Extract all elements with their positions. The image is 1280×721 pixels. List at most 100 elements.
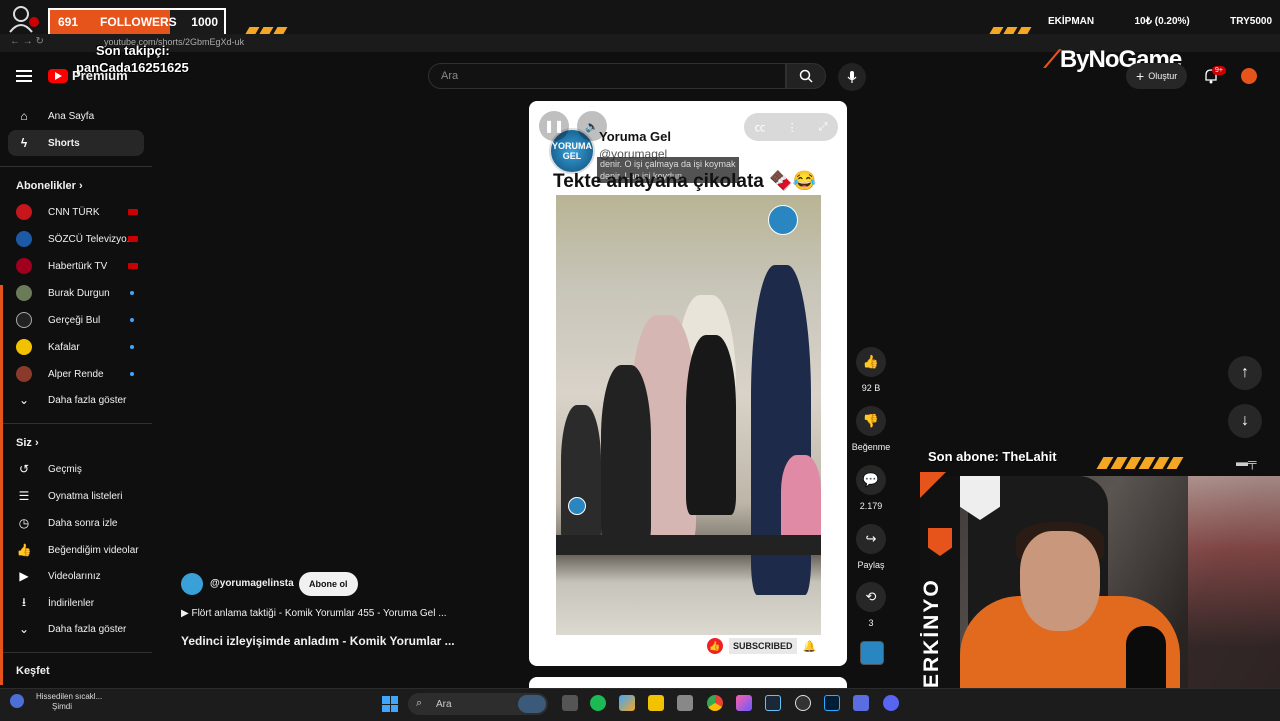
short-channel-name[interactable]: Yoruma Gel	[599, 129, 671, 144]
sidebar-sub-sozcu[interactable]: SÖZCÜ Televizyo...	[8, 226, 144, 252]
sidebar-item-label: Burak Durgun	[48, 287, 110, 299]
comments-action[interactable]: 💬 2.179	[851, 465, 891, 511]
last-subscriber: Son abone: TheLahit	[928, 449, 1057, 464]
previous-short-button[interactable]: ↑	[1228, 356, 1262, 390]
search-button[interactable]	[786, 63, 826, 89]
photoshop-taskbar-icon[interactable]	[824, 695, 840, 711]
subscribed-badge: SUBSCRIBED	[729, 638, 797, 654]
dislike-button[interactable]: 👎	[856, 406, 886, 436]
sidebar-item-label: Kafalar	[48, 341, 80, 353]
obs-taskbar-icon[interactable]	[795, 695, 811, 711]
chevron-down-icon: ⌄	[18, 393, 30, 407]
subscribe-button[interactable]: Abone ol	[299, 572, 358, 596]
discord-taskbar-icon[interactable]	[883, 695, 899, 711]
clock-icon: ◷	[18, 516, 30, 530]
windows-taskbar	[0, 688, 1280, 721]
equipment-goal: EKİPMAN 10₺ (0.20%) TRY5000	[1040, 10, 1280, 32]
sidebar-divider	[0, 652, 152, 653]
sidebar-item-playlists[interactable]: ☰ Oynatma listeleri	[8, 483, 144, 509]
playlist-link[interactable]: ▶ Flört anlama taktiği - Komik Yorumlar …	[181, 608, 447, 619]
steam-taskbar-icon[interactable]	[765, 695, 781, 711]
sidebar-item-label: CNN TÜRK	[48, 206, 100, 218]
voice-search-button[interactable]	[838, 63, 866, 91]
sidebar-sub-burak[interactable]: Burak Durgun	[8, 280, 144, 306]
sidebar-sub-kafalar[interactable]: Kafalar	[8, 334, 144, 360]
volume-button[interactable]: 🔈	[577, 111, 607, 141]
fullscreen-icon[interactable]: ⤢	[819, 121, 828, 134]
comments-button[interactable]: 💬	[856, 465, 886, 495]
youtube-play-icon	[48, 68, 68, 83]
sidebar-item-history[interactable]: ↺ Geçmiş	[8, 456, 144, 482]
more-vert-icon[interactable]: ⋮	[787, 121, 798, 134]
captions-icon[interactable]: ㏄	[755, 119, 766, 135]
sidebar-item-shorts[interactable]: ϟ Shorts	[8, 130, 144, 156]
taskbar-search-label: Ara	[436, 698, 452, 710]
dislike-action[interactable]: 👎 Beğenme	[851, 406, 891, 452]
sidebar-you-more[interactable]: ⌄ Daha fazla göster	[8, 616, 144, 642]
bell-icon: 🔔	[802, 640, 817, 653]
sound-channel-avatar[interactable]	[860, 641, 884, 665]
hamburger-menu-icon[interactable]	[16, 68, 32, 84]
sidebar-item-watch-later[interactable]: ◷ Daha sonra izle	[8, 510, 144, 536]
share-button[interactable]: ↪	[856, 524, 886, 554]
video-watermark-icon	[568, 497, 586, 515]
search-input[interactable]: Ara	[428, 63, 786, 89]
pause-button[interactable]: ❚❚	[539, 111, 569, 141]
taskbar-search[interactable]: ⌕ Ara	[408, 693, 548, 715]
short-player[interactable]: YORUMA GEL Yoruma Gel @yorumagel denir. …	[529, 101, 847, 666]
overlay-stripes-webcam	[1096, 456, 1184, 474]
info-video-title[interactable]: Yedinci izleyişimde anladım - Komik Yoru…	[181, 634, 455, 648]
search-icon: ⌕	[416, 697, 423, 709]
webcam-person-head	[1020, 531, 1100, 631]
sidebar-item-label: Geçmiş	[48, 463, 82, 475]
equipment-goal-value: TRY5000	[1230, 15, 1272, 27]
subscriptions-header[interactable]: Abonelikler ›	[16, 180, 83, 192]
like-button[interactable]: 👍	[856, 347, 886, 377]
spotify-taskbar-icon[interactable]	[590, 695, 606, 711]
youtube-logo[interactable]: Premium	[48, 68, 128, 83]
store-taskbar-icon[interactable]	[677, 695, 693, 711]
you-header[interactable]: Siz ›	[16, 437, 39, 449]
remix-action[interactable]: ⟲ 3	[851, 582, 891, 628]
info-channel-avatar[interactable]	[181, 573, 203, 595]
new-content-dot-icon	[130, 318, 134, 322]
share-action[interactable]: ↪ Paylaş	[851, 524, 891, 570]
sidebar-item-downloads[interactable]: ⭳ İndirilenler	[8, 590, 144, 616]
app-taskbar-icon[interactable]	[736, 695, 752, 711]
remix-button[interactable]: ⟲	[856, 582, 886, 612]
file-explorer-taskbar-icon[interactable]	[562, 695, 578, 711]
search-highlight-icon	[518, 695, 546, 713]
browser-nav-icons[interactable]: ← → ↻	[10, 36, 44, 47]
weather-widget[interactable]: Hissedilen sıcakl... Şimdi	[10, 692, 102, 712]
sidebar-item-home[interactable]: ⌂ Ana Sayfa	[8, 103, 144, 129]
sidebar-item-label: Habertürk TV	[48, 260, 108, 272]
history-icon: ↺	[18, 462, 30, 476]
sidebar-item-your-videos[interactable]: ▶ Videolarınız	[8, 563, 144, 589]
copilot-taskbar-icon[interactable]	[619, 695, 635, 711]
next-short-button[interactable]: ↓	[1228, 404, 1262, 438]
sidebar-sub-alper[interactable]: Alper Rende	[8, 361, 144, 387]
channel-avatar	[16, 204, 32, 220]
sidebar-item-liked[interactable]: 👍 Beğendiğim videolar	[8, 537, 144, 563]
share-label: Paylaş	[857, 560, 885, 570]
create-button[interactable]: + Oluştur	[1126, 63, 1188, 89]
new-content-dot-icon	[130, 345, 134, 349]
microphone-icon	[847, 71, 857, 83]
folder-taskbar-icon[interactable]	[648, 695, 664, 711]
windows-start-icon[interactable]	[382, 696, 398, 712]
sidebar-sub-gercegi[interactable]: Gerçeği Bul	[8, 307, 144, 333]
video-content[interactable]	[556, 195, 821, 635]
arrow-up-icon: ↑	[1241, 364, 1249, 381]
sidebar-subs-more[interactable]: ⌄ Daha fazla göster	[8, 387, 144, 413]
sidebar-item-label: Gerçeği Bul	[48, 314, 101, 326]
channel-avatar	[16, 258, 32, 274]
info-channel-handle[interactable]: @yorumagelinsta	[210, 578, 294, 589]
sidebar-sub-cnn[interactable]: CNN TÜRK	[8, 199, 144, 225]
sidebar-sub-haberturk[interactable]: Habertürk TV	[8, 253, 144, 279]
video-figure	[686, 335, 736, 515]
app2-taskbar-icon[interactable]	[853, 695, 869, 711]
like-action[interactable]: 👍 92 B	[851, 347, 891, 393]
account-avatar[interactable]	[1241, 68, 1257, 84]
chrome-taskbar-icon[interactable]	[707, 695, 723, 711]
short-title: Tekte anlayana çikolata 🍫😂	[553, 171, 817, 192]
